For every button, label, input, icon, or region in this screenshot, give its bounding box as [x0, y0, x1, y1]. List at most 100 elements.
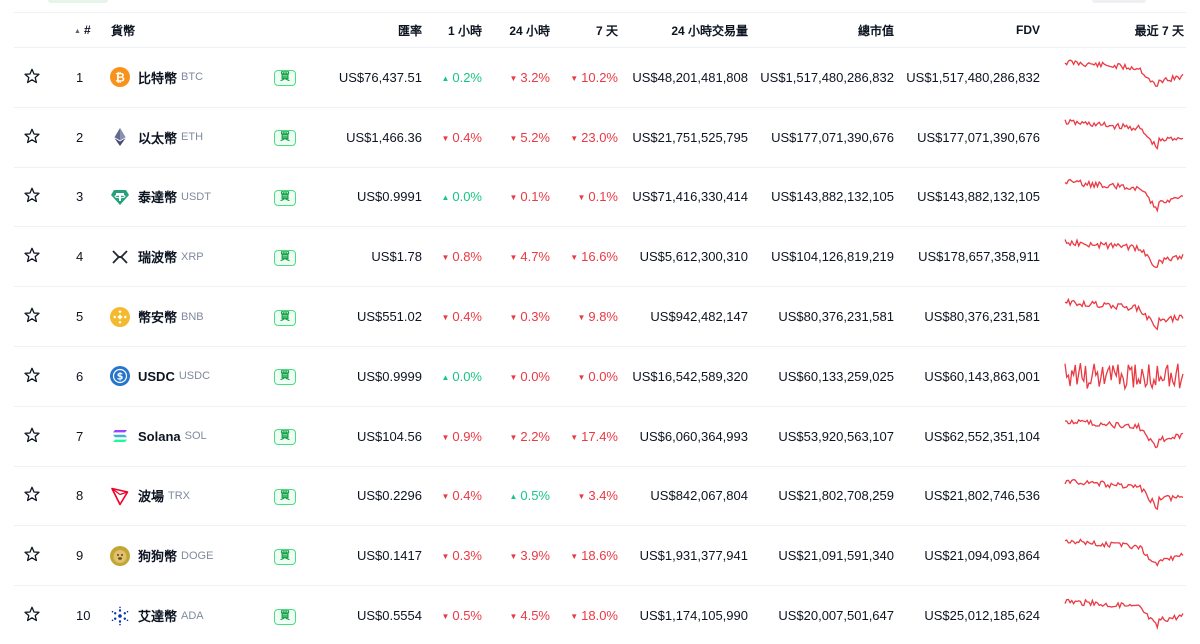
change-24h-cell: ▼ 4.5%	[490, 585, 556, 644]
sparkline-chart	[1064, 597, 1184, 630]
buy-button[interactable]: 買	[274, 369, 296, 386]
caret-down-icon: ▼	[441, 432, 450, 442]
watchlist-star[interactable]	[14, 107, 50, 168]
header-24h[interactable]: 24 小時	[490, 12, 556, 48]
header-1h[interactable]: 1 小時	[428, 12, 490, 48]
watchlist-star[interactable]	[14, 466, 50, 527]
sparkline-path	[1065, 419, 1184, 449]
coin-cell[interactable]: 以太幣 ETH	[96, 107, 274, 168]
watchlist-star[interactable]	[14, 226, 50, 288]
buy-button[interactable]: 買	[274, 70, 296, 87]
header-volume[interactable]: 24 小時交易量	[624, 12, 758, 48]
buy-cell: 買	[274, 585, 316, 644]
buy-cell: 買	[274, 167, 316, 228]
table-row[interactable]: 4 瑞波幣 XRP 買 US$1.78 ▼ 0.8% ▼ 4.7% ▼ 16.6% US$5,612,…	[14, 226, 1186, 288]
table-row[interactable]: 8 波場 TRX 買 US$0.2296 ▼ 0.4% ▲ 0.5% ▼ 3.4% US$842,06…	[14, 466, 1186, 527]
table-row[interactable]: 2 以太幣 ETH 買 US$1,466.36 ▼ 0.4% ▼ 5.2% ▼ 23.0% US$21…	[14, 107, 1186, 168]
coin-name[interactable]: 瑞波幣	[138, 247, 177, 266]
coin-name[interactable]: 幣安幣	[138, 307, 177, 326]
header-coin[interactable]: 貨幣	[96, 12, 274, 48]
coin-name[interactable]: 比特幣	[138, 68, 177, 87]
coin-cell[interactable]: 瑞波幣 XRP	[96, 226, 274, 288]
rank-cell: 7	[50, 406, 96, 467]
table-row[interactable]: 10 艾達幣 ADA 買 US$0.5554 ▼ 0.5% ▼ 4.5% ▼ 18.0% US$1,1…	[14, 585, 1186, 644]
table-row[interactable]: 3 泰達幣 USDT 買 US$0.9991 ▲ 0.0% ▼ 0.1% ▼ 0.1% US$71,4…	[14, 167, 1186, 228]
volume-cell: US$16,542,589,320	[624, 346, 758, 407]
market-cap-cell: US$177,071,390,676	[758, 107, 906, 168]
price-cell: US$1.78	[316, 226, 428, 288]
coin-cell[interactable]: $ USDC USDC	[96, 346, 274, 407]
sparkline-cell	[1054, 346, 1186, 407]
buy-button[interactable]: 買	[274, 488, 296, 505]
star-icon[interactable]	[24, 427, 40, 446]
h24-change: ▼ 3.9%	[509, 548, 550, 564]
header-market-cap[interactable]: 總市值	[758, 12, 906, 48]
caret-down-icon: ▼	[441, 313, 450, 323]
watchlist-star[interactable]	[14, 406, 50, 467]
star-icon[interactable]	[24, 606, 40, 625]
star-icon[interactable]	[24, 546, 40, 565]
table-row[interactable]: 1 ₿ 比特幣 BTC 買 US$76,437.51 ▲ 0.2% ▼ 3.2% ▼ 10.2% US$…	[14, 47, 1186, 108]
fdv-cell: US$143,882,132,105	[906, 167, 1054, 228]
buy-cell: 買	[274, 226, 316, 288]
coin-name[interactable]: 艾達幣	[138, 606, 177, 625]
h24-change: ▼ 0.1%	[509, 189, 550, 205]
star-icon[interactable]	[24, 487, 40, 505]
star-icon[interactable]	[24, 68, 40, 87]
buy-button[interactable]: 買	[274, 429, 296, 446]
coin-cell[interactable]: 波場 TRX	[96, 466, 274, 527]
star-icon[interactable]	[24, 367, 40, 386]
sparkline-chart	[1064, 237, 1184, 268]
star-icon[interactable]	[24, 247, 40, 266]
coin-name[interactable]: 狗狗幣	[138, 546, 177, 565]
change-1h-cell: ▼ 0.4%	[428, 286, 490, 347]
header-rank[interactable]: ▲ #	[50, 12, 96, 48]
caret-down-icon: ▼	[441, 492, 450, 502]
sparkline-cell	[1054, 286, 1186, 347]
watchlist-star[interactable]	[14, 346, 50, 407]
coin-name[interactable]: 泰達幣	[138, 187, 177, 206]
header-price[interactable]: 匯率	[316, 12, 428, 48]
coin-cell[interactable]: 狗狗幣 DOGE	[96, 525, 274, 587]
sparkline-path	[1064, 597, 1184, 630]
caret-down-icon: ▼	[509, 133, 518, 143]
market-cap-cell: US$60,133,259,025	[758, 346, 906, 407]
header-7d[interactable]: 7 天	[556, 12, 624, 48]
coin-name[interactable]: 以太幣	[138, 128, 177, 147]
volume-cell: US$942,482,147	[624, 286, 758, 347]
watchlist-star[interactable]	[14, 167, 50, 228]
coin-name[interactable]: 波場	[138, 486, 164, 505]
buy-button[interactable]: 買	[274, 309, 296, 326]
buy-button[interactable]: 買	[274, 548, 296, 565]
coin-cell[interactable]: 泰達幣 USDT	[96, 167, 274, 228]
coin-name[interactable]: Solana	[138, 429, 181, 444]
volume-cell: US$1,174,105,990	[624, 585, 758, 644]
coin-cell[interactable]: 艾達幣 ADA	[96, 585, 274, 644]
sparkline-path	[1064, 478, 1184, 511]
table-row[interactable]: 5 幣安幣 BNB 買 US$551.02 ▼ 0.4% ▼ 0.3% ▼ 9.8% US$942,4…	[14, 286, 1186, 347]
buy-button[interactable]: 買	[274, 249, 296, 266]
watchlist-star[interactable]	[14, 47, 50, 108]
buy-button[interactable]: 買	[274, 608, 296, 625]
coin-cell[interactable]: Solana SOL	[96, 406, 274, 467]
star-icon[interactable]	[24, 128, 40, 147]
table-row[interactable]: 6 $ USDC USDC 買 US$0.9999 ▲ 0.0% ▼ 0.0% ▼ 0.0% US$16…	[14, 346, 1186, 407]
star-icon[interactable]	[24, 307, 40, 326]
buy-button[interactable]: 買	[274, 189, 296, 206]
header-fdv[interactable]: FDV	[906, 12, 1054, 48]
buy-button[interactable]: 買	[274, 130, 296, 147]
watchlist-star[interactable]	[14, 585, 50, 644]
table-row[interactable]: 9 狗狗幣 DOGE 買 US$0.1417 ▼ 0.3% ▼ 3.9% ▼ 18.6% US$1,9…	[14, 525, 1186, 587]
sparkline-chart	[1064, 118, 1184, 151]
volume-cell: US$21,751,525,795	[624, 107, 758, 168]
buy-cell: 買	[274, 286, 316, 347]
watchlist-star[interactable]	[14, 286, 50, 347]
table-row[interactable]: 7 Solana SOL 買 US$104.56 ▼ 0.9% ▼ 2.2% ▼ 17.4% US$6…	[14, 406, 1186, 467]
coin-cell[interactable]: ₿ 比特幣 BTC	[96, 47, 274, 108]
coin-name[interactable]: USDC	[138, 369, 175, 384]
h24-change: ▼ 3.2%	[509, 69, 550, 85]
coin-cell[interactable]: 幣安幣 BNB	[96, 286, 274, 347]
watchlist-star[interactable]	[14, 525, 50, 587]
tab-indicator	[48, 0, 108, 3]
star-icon[interactable]	[24, 188, 40, 206]
